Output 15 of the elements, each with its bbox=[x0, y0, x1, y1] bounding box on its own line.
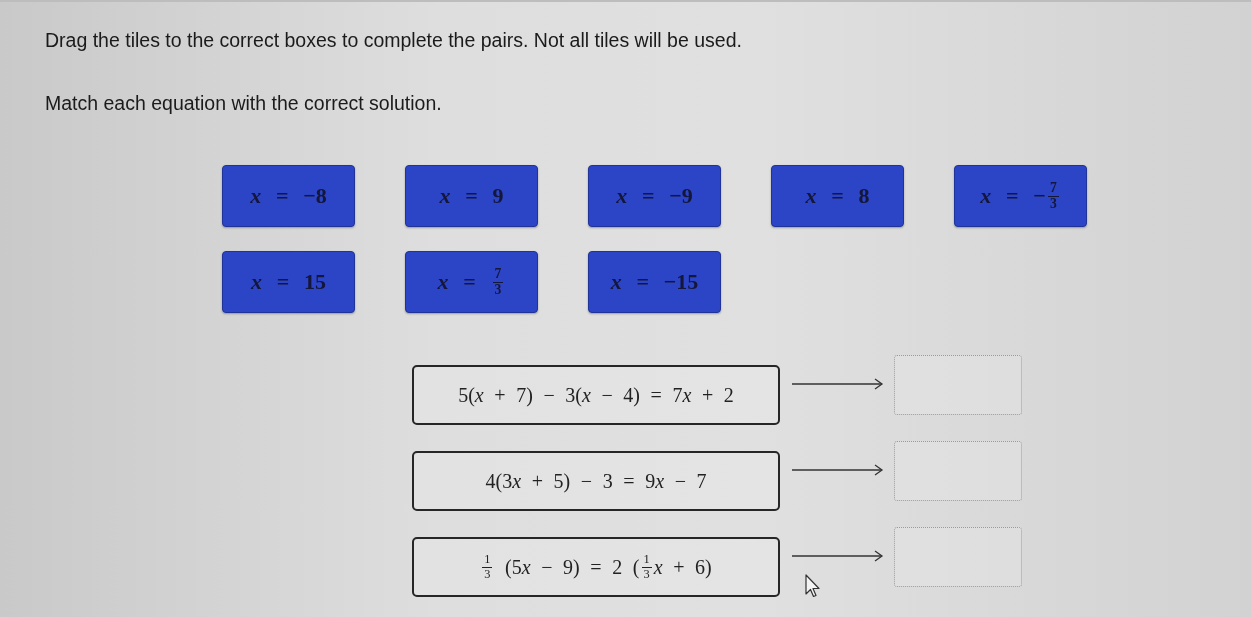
answer-tile[interactable]: x = −15 bbox=[588, 251, 721, 313]
answer-tile[interactable]: x = 15 bbox=[222, 251, 355, 313]
instruction-text: Drag the tiles to the correct boxes to complete the pairs. Not all tiles will be used. bbox=[45, 29, 742, 52]
answer-tile[interactable]: x = −9 bbox=[588, 165, 721, 227]
answer-box[interactable] bbox=[894, 355, 1022, 415]
instruction-text: Match each equation with the correct solution. bbox=[45, 92, 442, 115]
equation-card: 5(x + 7) − 3(x − 4) = 7x + 2 bbox=[412, 365, 780, 425]
cursor-icon bbox=[805, 574, 821, 598]
answer-box[interactable] bbox=[894, 441, 1022, 501]
answer-tile[interactable]: x = 8 bbox=[771, 165, 904, 227]
equation-card: 4(3x + 5) − 3 = 9x − 7 bbox=[412, 451, 780, 511]
answer-tile[interactable]: x = −8 bbox=[222, 165, 355, 227]
answer-tile[interactable]: x = 9 bbox=[405, 165, 538, 227]
answer-box[interactable] bbox=[894, 527, 1022, 587]
answer-tile[interactable]: x = 7 3 bbox=[405, 251, 538, 313]
